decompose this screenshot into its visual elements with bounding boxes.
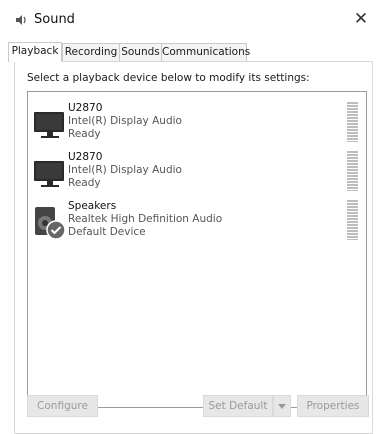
speaker-icon: [16, 15, 26, 25]
configure-button[interactable]: Configure: [27, 395, 98, 417]
properties-button[interactable]: Properties: [297, 395, 369, 417]
title-bar: Sound ✕: [0, 0, 380, 38]
device-name: Speakers: [68, 200, 117, 212]
tab-communications[interactable]: Communications: [161, 43, 250, 61]
device-item[interactable]: U2870 Intel(R) Display Audio Ready: [28, 149, 364, 199]
window-title: Sound: [34, 12, 75, 27]
device-list[interactable]: U2870 Intel(R) Display Audio Ready U2870…: [27, 91, 367, 408]
monitor-icon: [34, 112, 64, 138]
device-driver: Realtek High Definition Audio: [68, 213, 223, 225]
chevron-down-icon: [278, 404, 286, 409]
volume-level-meter: [347, 200, 358, 240]
monitor-icon: [34, 161, 64, 187]
device-status: Default Device: [68, 226, 146, 238]
volume-level-meter: [347, 151, 358, 191]
set-default-dropdown[interactable]: [273, 395, 291, 417]
instruction-text: Select a playback device below to modify…: [27, 72, 310, 84]
close-button[interactable]: ✕: [350, 8, 372, 30]
device-driver: Intel(R) Display Audio: [68, 115, 182, 127]
device-item[interactable]: U2870 Intel(R) Display Audio Ready: [28, 100, 364, 150]
device-driver: Intel(R) Display Audio: [68, 164, 182, 176]
speaker-icon: [35, 207, 66, 240]
tab-sounds[interactable]: Sounds: [119, 43, 162, 61]
tab-playback[interactable]: Playback: [8, 42, 62, 62]
set-default-button[interactable]: Set Default: [203, 395, 273, 417]
sound-dialog: Sound ✕ Playback Recording Sounds Commun…: [0, 0, 380, 434]
device-status: Ready: [68, 128, 101, 140]
volume-level-meter: [347, 102, 358, 142]
device-name: U2870: [68, 102, 103, 114]
device-item[interactable]: Speakers Realtek High Definition Audio D…: [28, 198, 364, 248]
device-status: Ready: [68, 177, 101, 189]
device-name: U2870: [68, 151, 103, 163]
tab-recording[interactable]: Recording: [62, 43, 120, 61]
